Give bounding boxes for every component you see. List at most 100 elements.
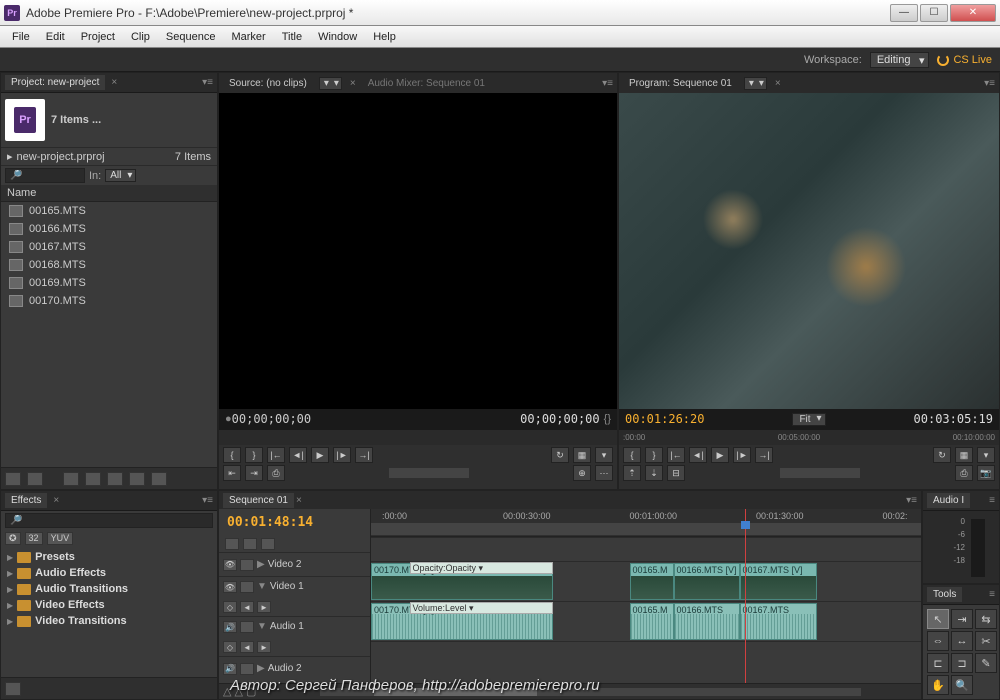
- export-frame-button[interactable]: ⎙: [955, 465, 973, 481]
- project-search-input[interactable]: [5, 168, 85, 183]
- step-fwd-button[interactable]: |►: [733, 447, 751, 463]
- hand-tool[interactable]: ✋: [927, 675, 949, 695]
- track-header-audio2[interactable]: 🔊 ▶ Audio 2: [219, 656, 370, 680]
- audio-meter-tab[interactable]: Audio I: [927, 493, 970, 508]
- program-tab-close-icon[interactable]: ×: [775, 78, 781, 89]
- source-tab[interactable]: Source: (no clips): [223, 76, 313, 91]
- prev-keyframe-icon[interactable]: ◄: [240, 601, 254, 613]
- timeline-tracks-area[interactable]: :00:00 00:00:30:00 00:01:00:00 00:01:30:…: [371, 509, 921, 683]
- timeline-ruler[interactable]: :00:00 00:00:30:00 00:01:00:00 00:01:30:…: [371, 509, 921, 537]
- marker-icon[interactable]: [243, 538, 257, 550]
- mark-out-button[interactable]: }: [645, 447, 663, 463]
- program-timecode-current[interactable]: 00:01:26:20: [625, 412, 704, 426]
- asset-row[interactable]: 00168.MTS: [1, 256, 217, 274]
- collapse-icon[interactable]: ▶: [257, 559, 265, 570]
- source-ruler[interactable]: [219, 429, 617, 445]
- menu-title[interactable]: Title: [274, 29, 310, 45]
- play-button[interactable]: ▶: [711, 447, 729, 463]
- step-fwd-button[interactable]: |►: [333, 447, 351, 463]
- menu-file[interactable]: File: [4, 29, 38, 45]
- new-bin-icon[interactable]: [107, 472, 123, 486]
- effects-tab[interactable]: Effects: [5, 493, 47, 508]
- badge-yuv[interactable]: YUV: [47, 532, 74, 545]
- source-viewport[interactable]: [219, 93, 617, 409]
- volume-rubber-band[interactable]: Volume:Level ▾: [410, 602, 553, 614]
- output-button[interactable]: ▾: [977, 447, 995, 463]
- timeline-zoom-slider[interactable]: [320, 688, 861, 696]
- settings-icon[interactable]: [261, 538, 275, 550]
- project-tab[interactable]: Project: new-project: [5, 75, 105, 90]
- tools-panel-menu-icon[interactable]: ≡: [989, 589, 995, 600]
- audio-mixer-tab[interactable]: Audio Mixer: Sequence 01: [362, 76, 491, 91]
- ripple-edit-tool[interactable]: ⇆: [975, 609, 997, 629]
- overwrite-button[interactable]: ⇥: [245, 465, 263, 481]
- name-column-header[interactable]: Name: [1, 185, 217, 202]
- asset-row[interactable]: 00166.MTS: [1, 220, 217, 238]
- effects-folder-video-transitions[interactable]: ▶Video Transitions: [1, 613, 217, 629]
- clip-audio[interactable]: 00165.M: [630, 603, 674, 640]
- next-keyframe-icon[interactable]: ►: [257, 601, 271, 613]
- slip-tool[interactable]: ⊏: [927, 653, 949, 673]
- lock-icon[interactable]: [240, 581, 254, 593]
- new-item-icon[interactable]: [129, 472, 145, 486]
- source-clip-select[interactable]: ▾: [319, 77, 342, 90]
- extract-button[interactable]: ⇣: [645, 465, 663, 481]
- safe-margins-button[interactable]: ▦: [573, 447, 591, 463]
- rate-stretch-tool[interactable]: ↔: [951, 631, 973, 651]
- collapse-icon[interactable]: ▼: [257, 621, 267, 632]
- opacity-rubber-band[interactable]: Opacity:Opacity ▾: [410, 562, 553, 574]
- output-button[interactable]: ▾: [595, 447, 613, 463]
- asset-row[interactable]: 00169.MTS: [1, 274, 217, 292]
- lock-icon[interactable]: [240, 621, 254, 633]
- effects-tab-close-icon[interactable]: ×: [53, 495, 59, 506]
- razor-tool[interactable]: ✂: [975, 631, 997, 651]
- collapse-icon[interactable]: ▶: [257, 663, 265, 674]
- maximize-button[interactable]: ☐: [920, 4, 948, 22]
- mark-in-button[interactable]: {: [223, 447, 241, 463]
- find-icon[interactable]: [85, 472, 101, 486]
- lift-button[interactable]: ⇡: [623, 465, 641, 481]
- track-lane-video1[interactable]: 00170.MTS [V] Opacity:Opacity ▾ 00165.M …: [371, 561, 921, 601]
- track-lane-audio2[interactable]: [371, 641, 921, 665]
- playhead[interactable]: [745, 509, 746, 683]
- timeline-scrub-bar[interactable]: [371, 523, 921, 535]
- tools-tab[interactable]: Tools: [927, 587, 962, 602]
- shuttle-slider[interactable]: [389, 468, 469, 478]
- export-frame-button[interactable]: ⎙: [267, 465, 285, 481]
- shuttle-slider[interactable]: [780, 468, 860, 478]
- effects-panel-menu-icon[interactable]: ▾≡: [202, 495, 213, 506]
- trash-icon[interactable]: [151, 472, 167, 486]
- effects-folder-video-effects[interactable]: ▶Video Effects: [1, 597, 217, 613]
- program-tab[interactable]: Program: Sequence 01: [623, 76, 738, 91]
- program-panel-menu-icon[interactable]: ▾≡: [984, 78, 995, 89]
- track-header-video1[interactable]: 👁 ▼ Video 1 ◇ ◄ ►: [219, 576, 370, 616]
- prev-keyframe-icon[interactable]: ◄: [240, 641, 254, 653]
- track-lane-video2[interactable]: [371, 537, 921, 561]
- snap-icon[interactable]: [225, 538, 239, 550]
- menu-edit[interactable]: Edit: [38, 29, 73, 45]
- badge-32[interactable]: 32: [25, 532, 43, 545]
- safe-margins-button[interactable]: ▦: [955, 447, 973, 463]
- step-back-button[interactable]: ◄|: [689, 447, 707, 463]
- jog-button[interactable]: ⊕: [573, 465, 591, 481]
- fx-badge-icon[interactable]: ✪: [5, 532, 21, 545]
- track-select-tool[interactable]: ⇥: [951, 609, 973, 629]
- goto-in-button[interactable]: |←: [267, 447, 285, 463]
- next-keyframe-icon[interactable]: ►: [257, 641, 271, 653]
- goto-out-button[interactable]: →|: [355, 447, 373, 463]
- rolling-edit-tool[interactable]: ⇔: [927, 631, 949, 651]
- menu-marker[interactable]: Marker: [223, 29, 273, 45]
- source-timecode-left[interactable]: 00;00;00;00: [232, 412, 311, 426]
- timeline-timecode[interactable]: 00:01:48:14: [219, 509, 370, 536]
- goto-out-button[interactable]: →|: [755, 447, 773, 463]
- effects-search-input[interactable]: [5, 513, 213, 528]
- new-bin-icon[interactable]: [5, 682, 21, 696]
- asset-row[interactable]: 00167.MTS: [1, 238, 217, 256]
- clip-audio[interactable]: 00167.MTS: [740, 603, 817, 640]
- program-viewport[interactable]: [619, 93, 999, 409]
- program-sequence-select[interactable]: ▾: [744, 77, 767, 90]
- insert-button[interactable]: ⇤: [223, 465, 241, 481]
- goto-in-button[interactable]: |←: [667, 447, 685, 463]
- lock-icon[interactable]: [240, 559, 254, 571]
- menu-help[interactable]: Help: [365, 29, 404, 45]
